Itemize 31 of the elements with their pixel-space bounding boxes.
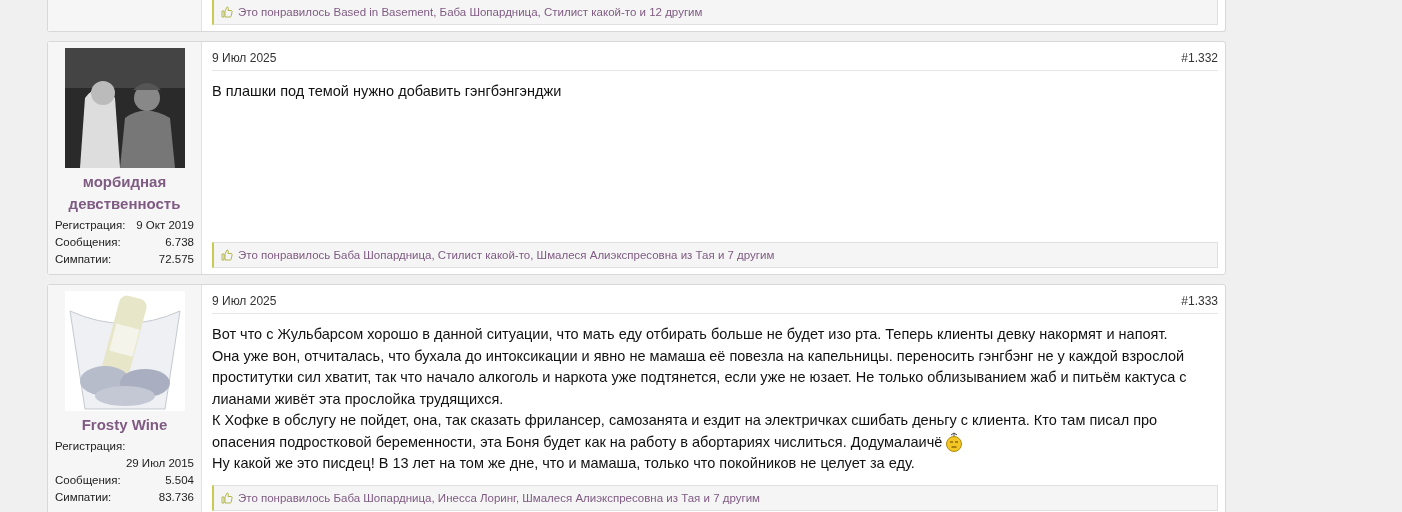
- stat-label: Сообщения:: [55, 235, 121, 250]
- stat-value: 83.736: [158, 490, 194, 505]
- emoji-icon: [945, 432, 964, 453]
- message-text: К Хофке в обслугу не пойдет, она, так сказать фрилансер, самозанята и ездит на электричках сшибать деньгу с клиента. Кто там писал про: [212, 411, 1158, 430]
- likes-text[interactable]: Это понравилось Баба Шопардница, Стилист какой-то, Шмалеся Алиэкспресовна из Тая и 7 другим: [238, 249, 775, 261]
- stat-value: 6.738: [165, 235, 194, 250]
- thumbs-up-icon: [221, 491, 233, 504]
- stat-value: 9 Окт 2019: [136, 218, 194, 233]
- stat-label: Регистрация:: [55, 439, 126, 454]
- stat-value: 5.504: [165, 473, 194, 488]
- thumbs-up-icon: [221, 249, 233, 261]
- stat-label: Симпатии:: [55, 252, 112, 267]
- stat-value: 72.575: [158, 252, 194, 267]
- thumbs-up-icon: [221, 6, 233, 18]
- likes-text[interactable]: Это понравилось Based in Basement, Баба Шопардница, Стилист какой-то и 12 другим: [238, 6, 703, 18]
- post-number[interactable]: #1.333: [1181, 294, 1218, 308]
- message-text: Вот что с Жульбарсом хорошо в данной ситуации, что мать еду отбирать больше не будет изо рта. Теперь клиенты девку накормят и напоят.: [212, 325, 1168, 344]
- stat-label: Сообщения:: [55, 473, 121, 488]
- stat-label: Регистрация:: [55, 218, 126, 233]
- message-text: Она уже вон, отчиталась, что бухала до интоксикации и явно не мамаша её повезла на капельницы. переносить гэнгбэнг не у каждой взрослой проститутки сил хватит, так что начало алкоголь и наркота уже подтянется, если уже не юзает. Не только облизыванием жаб и питьём кактуса с лианами живёт эта прослойка трудящихся.: [212, 346, 1188, 409]
- post-number[interactable]: #1.332: [1181, 51, 1218, 65]
- post-date[interactable]: 9 Июл 2025: [212, 51, 277, 65]
- stat-value: 29 Июл 2015: [125, 456, 194, 471]
- username[interactable]: Frosty Wine: [81, 414, 168, 436]
- username[interactable]: морбидная девственность: [68, 171, 181, 215]
- stat-label: Симпатии:: [55, 490, 112, 505]
- likes-text[interactable]: Это понравилось Баба Шопардница, Инесса Лоринг, Шмалеся Алиэкспресовна из Тая и 7 другим: [238, 491, 760, 504]
- message-text: опасения подростковой беременности, эта Боня будет как на работу в абортариях числиться. Додумалаичё: [212, 432, 943, 452]
- post-date[interactable]: 9 Июл 2025: [212, 294, 277, 308]
- message-text: Ну какой же это писдец! В 13 лет на том же дне, что и мамаша, только что покойников не целует за еду.: [212, 454, 915, 473]
- message-text: В плашки под темой нужно добавить гэнгбэнгэнджи: [212, 82, 562, 101]
